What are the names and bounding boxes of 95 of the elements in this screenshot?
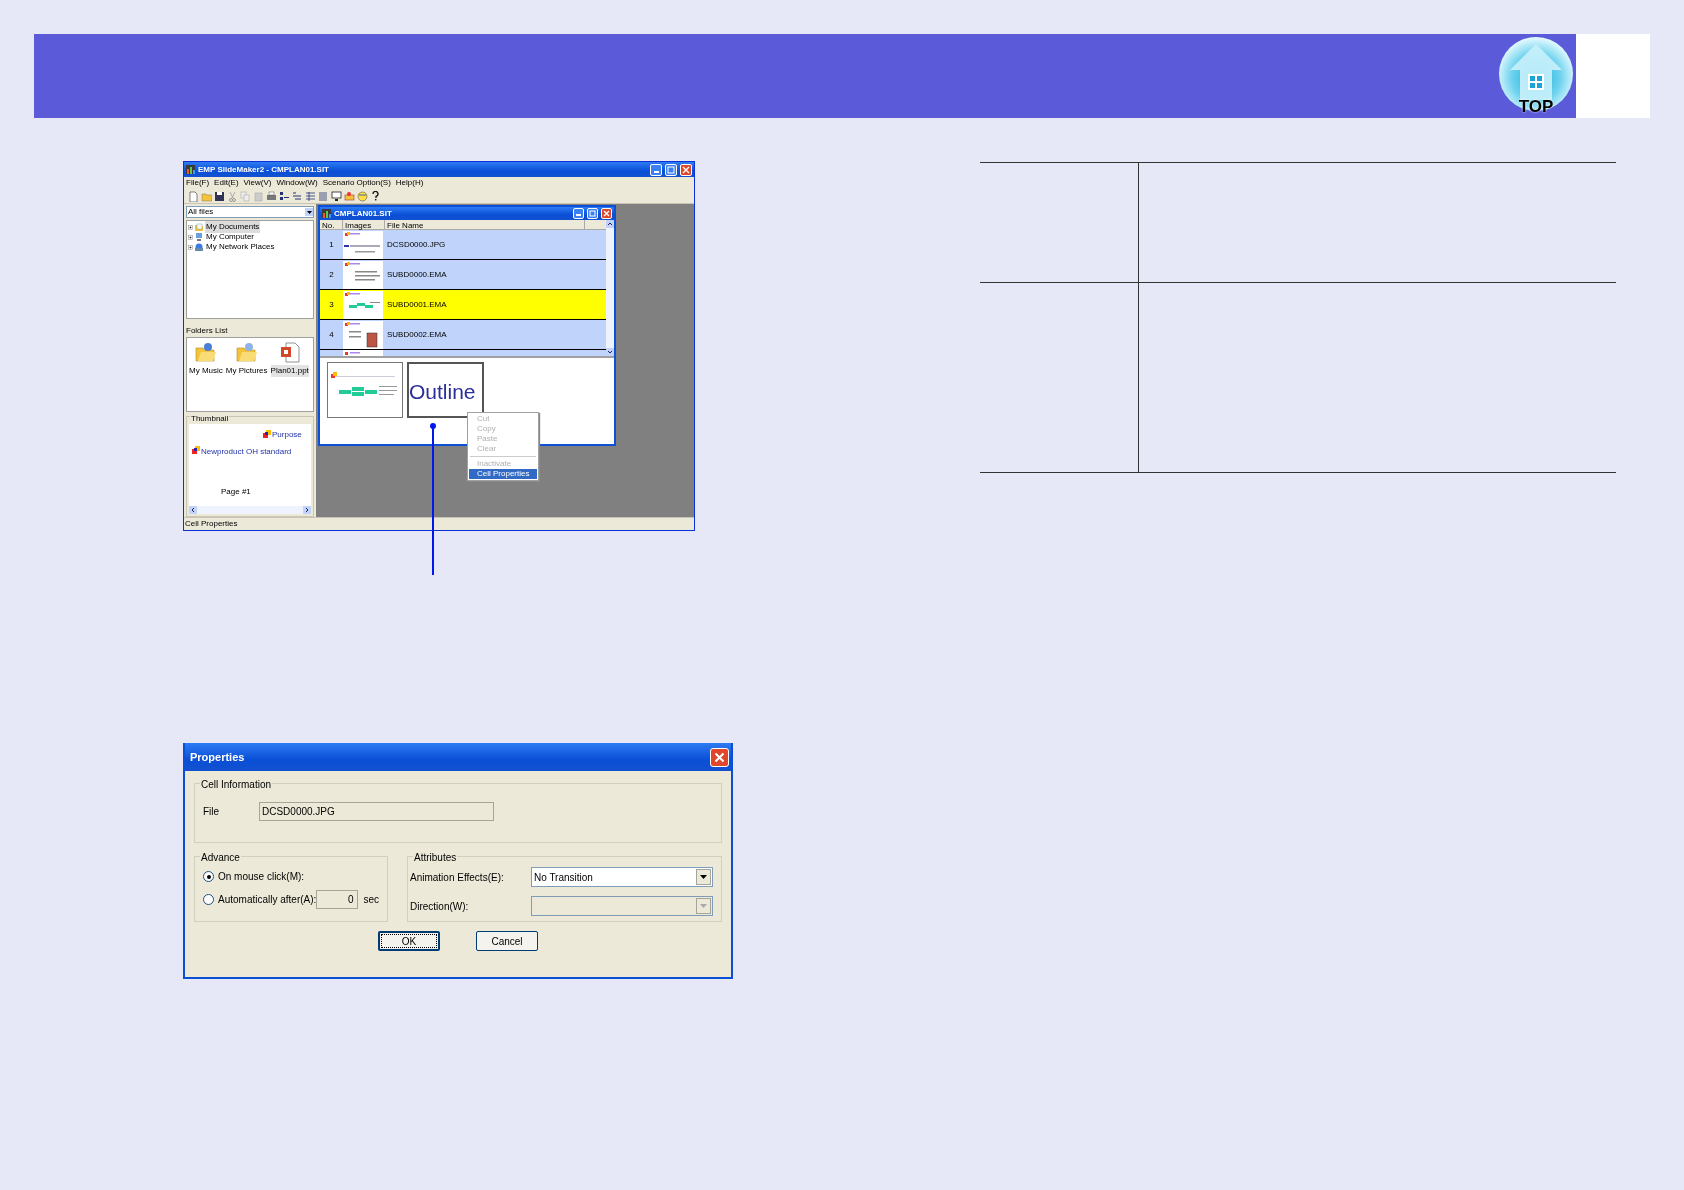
arrow-up-icon[interactable] [606, 220, 614, 228]
computer-icon [195, 233, 203, 241]
window-title: CMPLAN01.SIT [334, 207, 393, 220]
slide-thumbnail [343, 290, 383, 319]
folder-icon[interactable] [236, 342, 258, 364]
status-text: Cell Properties [185, 518, 238, 530]
list-row[interactable]: 3 SUBD0001.EMA [320, 290, 606, 320]
column-header[interactable]: Images [343, 220, 385, 229]
document-icon[interactable] [279, 342, 301, 364]
menu-item[interactable]: Cell Properties [469, 469, 537, 479]
file-name: SUBD0002.EMA [387, 328, 447, 341]
field-label: File [203, 805, 221, 819]
menu-item[interactable]: View(V) [243, 177, 272, 189]
slide-thumbnail [343, 260, 383, 289]
caret-icon [700, 875, 707, 879]
pane-label: Folders List [186, 325, 229, 336]
column-header[interactable]: No. [320, 220, 343, 229]
file-filter-dropdown[interactable]: All files [186, 206, 314, 218]
maximize-button[interactable] [665, 163, 677, 176]
expand-icon[interactable] [188, 224, 193, 230]
menu-item[interactable]: Scenario Option(S) [322, 177, 391, 189]
menu-item[interactable]: Window(W) [276, 177, 318, 189]
file-name: DCSD0000.JPG [387, 238, 446, 251]
list-row[interactable]: 4 SUBD0002.EMA [320, 320, 606, 350]
file-name: SUBD0001.EMA [387, 298, 447, 311]
clipboard-icon[interactable] [252, 190, 264, 202]
tree-item[interactable]: My Documents [205, 221, 261, 233]
close-icon [602, 209, 611, 218]
arrow-left-icon[interactable] [189, 506, 197, 514]
field-label: Direction(W): [410, 899, 469, 914]
file-field[interactable]: DCSD0000.JPG [259, 802, 494, 821]
tree-item[interactable]: My Network Places [205, 241, 276, 253]
close-icon [714, 751, 725, 763]
help-icon[interactable] [369, 190, 381, 202]
maximize-icon [666, 164, 676, 175]
arrow-down-icon[interactable] [606, 348, 614, 356]
file-label[interactable]: My Music [189, 365, 223, 378]
printer-icon[interactable] [265, 190, 277, 202]
slide-title: Newproduct OH standard [201, 446, 292, 458]
dialog-title: Properties [190, 749, 245, 765]
menu-item[interactable]: Help(H) [395, 177, 424, 189]
effect-dropdown[interactable]: No Transition [531, 867, 713, 887]
row-number: 1 [328, 238, 335, 251]
network-icon [195, 243, 203, 251]
unit-label: sec [363, 893, 379, 907]
minimize-icon [576, 214, 581, 216]
radio-button[interactable]: Automatically after(A): [203, 892, 317, 907]
maximize-button[interactable] [587, 208, 598, 219]
column-header[interactable]: File Name [385, 220, 585, 229]
chart-icon [186, 165, 195, 174]
seconds-field[interactable]: 0 [316, 890, 359, 909]
maximize-icon [588, 209, 597, 218]
tree-item[interactable]: My Computer [205, 231, 255, 243]
monitor-icon[interactable] [330, 190, 342, 202]
minimize-button[interactable] [650, 163, 662, 176]
list-row[interactable]: 1 DCSD0000.JPG [320, 230, 606, 260]
row-number: 2 [328, 268, 335, 281]
caret-icon [306, 210, 312, 214]
tile-icon[interactable] [278, 190, 290, 202]
slide-thumbnail [343, 230, 383, 259]
dialog-button[interactable]: Cancel [476, 931, 538, 951]
close-button[interactable] [680, 163, 692, 176]
close-button[interactable] [601, 208, 612, 219]
scrollbar[interactable] [189, 506, 311, 514]
dialog-button[interactable]: OK [378, 931, 440, 951]
folder-icon [195, 223, 203, 231]
menu-item[interactable]: File(F) [186, 177, 210, 189]
top-button[interactable]: TOP [1496, 34, 1576, 118]
caret-icon [700, 904, 707, 908]
expand-icon[interactable] [188, 234, 193, 240]
field-label: Animation Effects(E): [410, 870, 504, 885]
menu-item[interactable]: Edit(E) [214, 177, 239, 189]
arrow-right-icon[interactable] [303, 506, 311, 514]
row-number: 3 [328, 298, 335, 311]
window-title: EMP SlideMaker2 - CMPLAN01.SIT [198, 163, 330, 176]
minimize-button[interactable] [573, 208, 584, 219]
logo-icon [192, 446, 200, 454]
row-number: 4 [328, 328, 335, 341]
page-number: Page #1 [221, 486, 251, 498]
grid-icon[interactable] [304, 190, 316, 202]
chart-icon [322, 209, 331, 218]
close-icon [681, 164, 691, 175]
file-label[interactable]: My Pictures [225, 365, 268, 378]
radio-button[interactable]: On mouse click(M): [203, 869, 305, 884]
slide-title: Purpose [272, 429, 302, 441]
page-icon[interactable] [187, 190, 199, 202]
list-row[interactable]: 2 SUBD0000.EMA [320, 260, 606, 290]
logo-icon [263, 430, 271, 438]
file-name: SUBD0000.EMA [387, 268, 447, 281]
expand-icon[interactable] [188, 244, 193, 250]
scrollbar[interactable] [606, 220, 614, 356]
minimize-icon [653, 170, 659, 173]
close-button[interactable] [710, 747, 729, 767]
folder-icon[interactable] [195, 342, 217, 364]
file-label[interactable]: Plan01.ppt [270, 365, 309, 378]
